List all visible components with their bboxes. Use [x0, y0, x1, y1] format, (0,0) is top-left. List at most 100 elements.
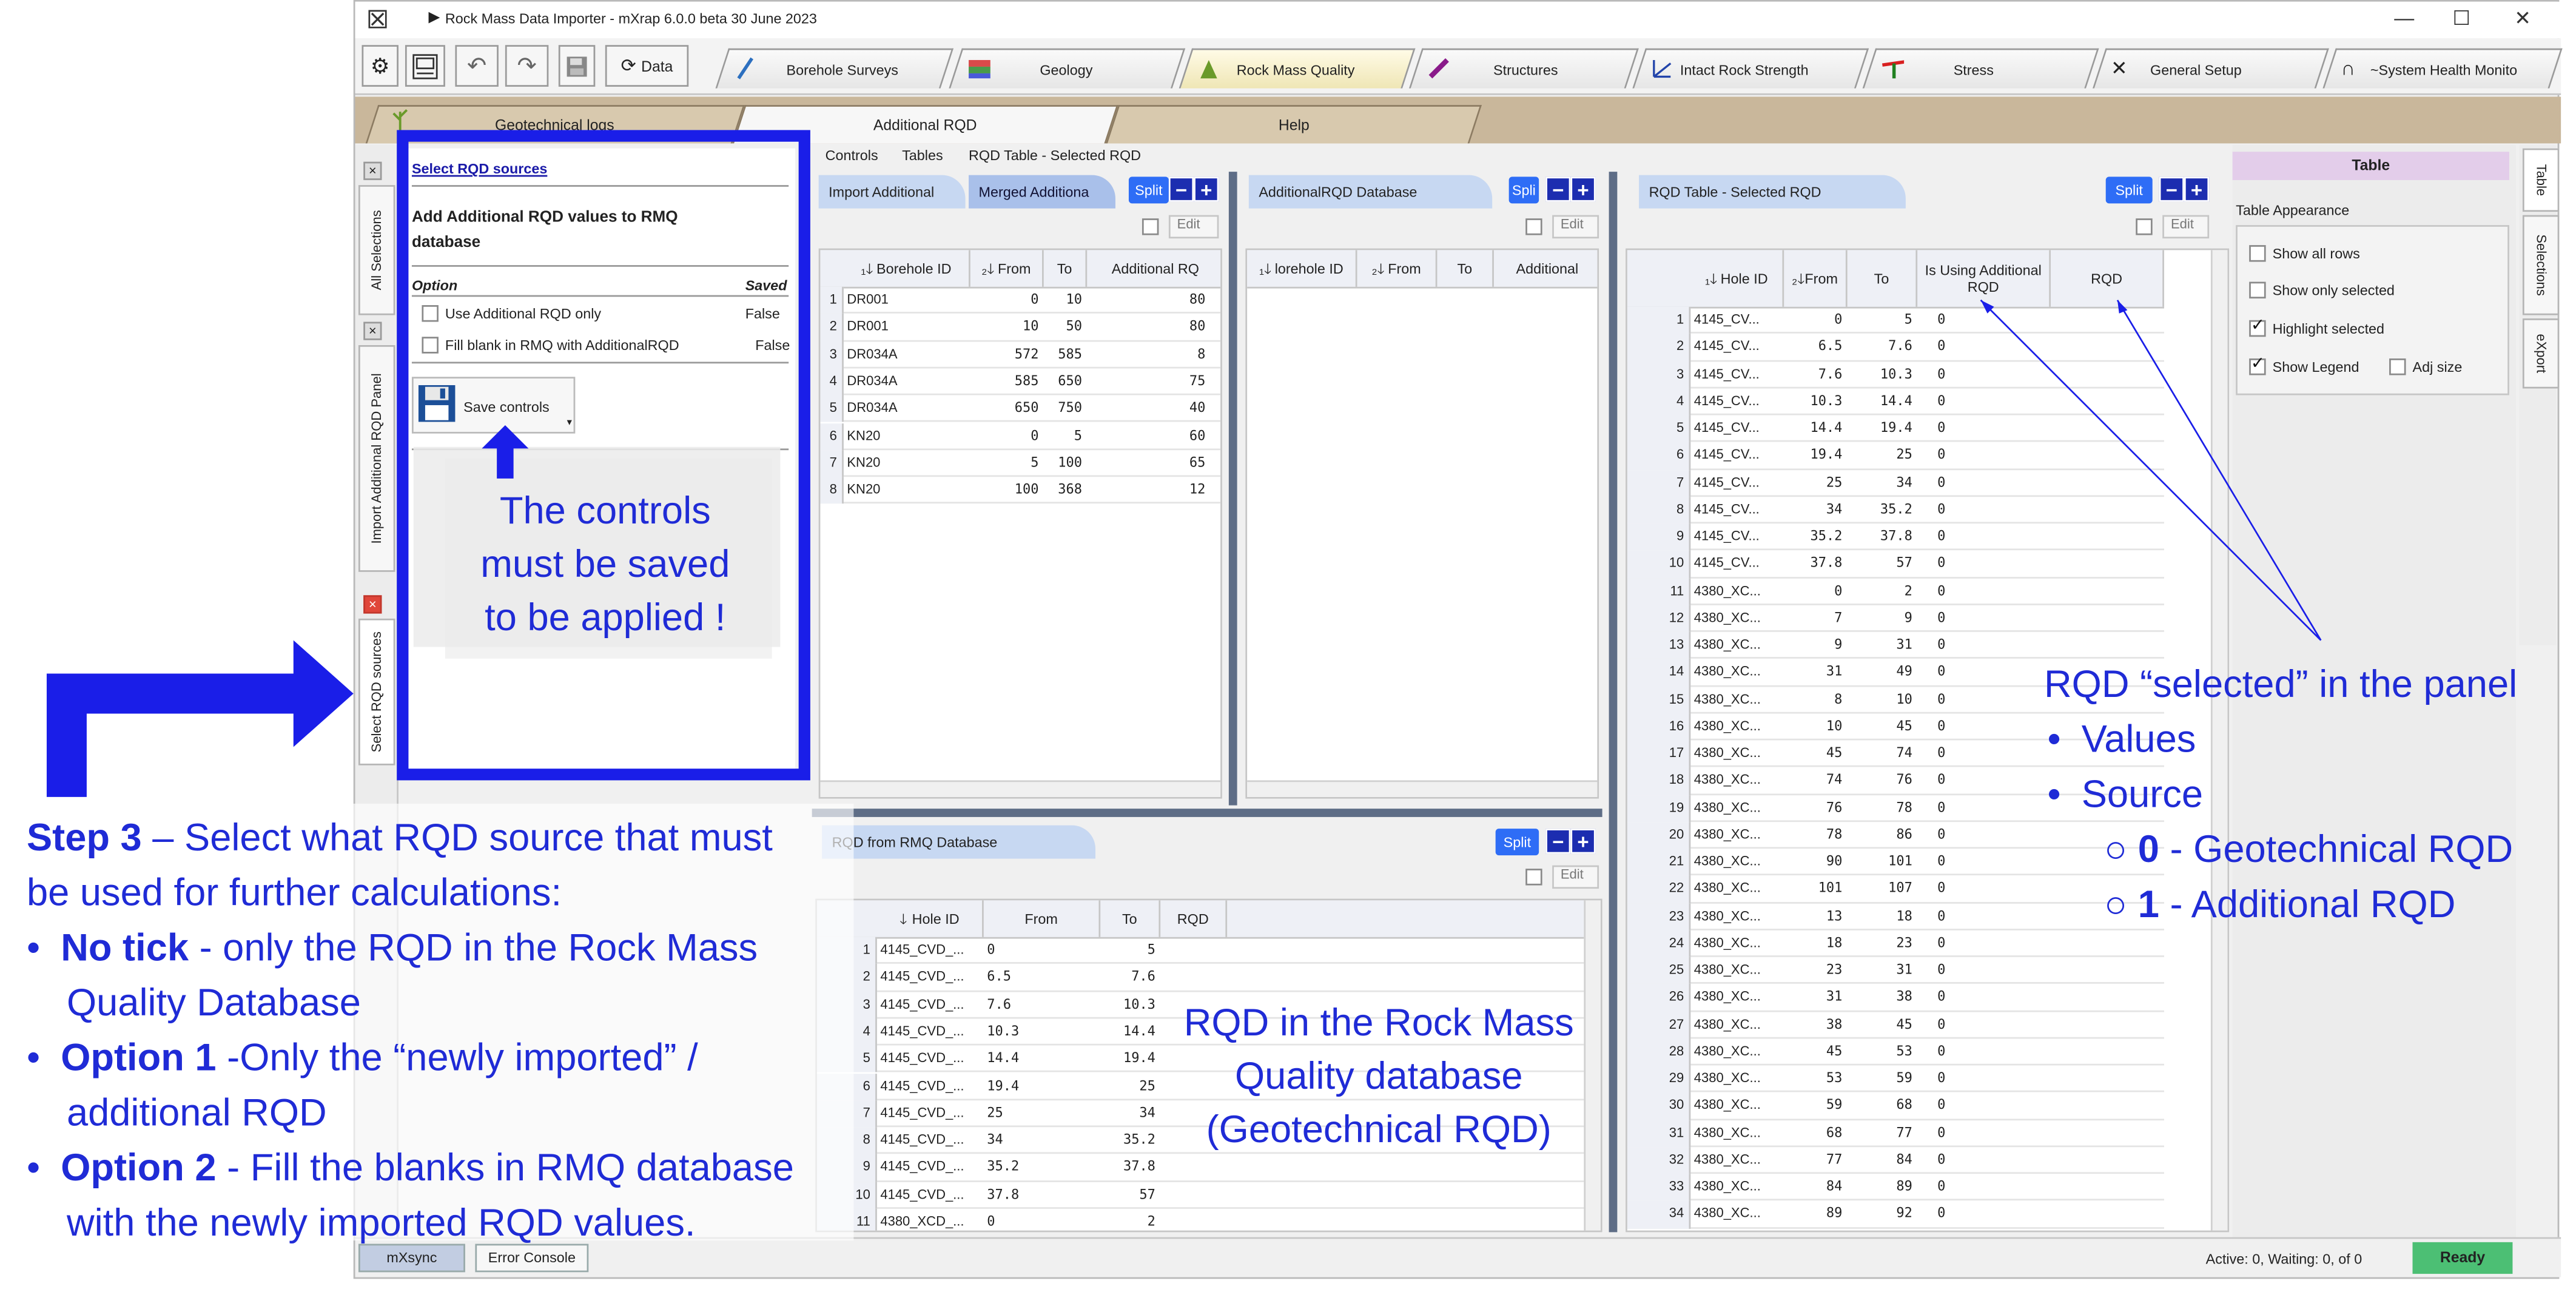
column-header[interactable]: Additional [1494, 250, 1597, 286]
sidetab-import-additional-rqd[interactable]: Import Additional RQD Panel [358, 345, 395, 572]
menu-controls[interactable]: Controls [826, 147, 878, 163]
table-row[interactable]: 28 4380_XC... 45 53 0 [1627, 1038, 2164, 1066]
table-row[interactable]: 2 4145_CVD_... 6.5 7.6 [816, 964, 1584, 992]
column-header[interactable]: From [984, 900, 1101, 937]
righttab-selections[interactable]: Selections [2522, 215, 2560, 315]
minimize-button[interactable]: — [2394, 7, 2414, 30]
tab-general-setup[interactable]: ✕ General Setup [2093, 48, 2329, 89]
split-button[interactable]: Spli [1508, 177, 1539, 204]
vertical-scrollbar[interactable] [1584, 900, 1601, 1231]
column-header[interactable]: ₁🡓 Borehole ID [844, 250, 970, 287]
edit-checkbox[interactable] [1525, 218, 1542, 235]
column-header[interactable]: RQD [1160, 900, 1228, 937]
column-header[interactable]: To [1848, 250, 1918, 307]
righttab-export[interactable]: eXport [2522, 318, 2560, 389]
tab-import-additional[interactable]: Import Additional [818, 175, 966, 209]
table-row[interactable]: 7 KN20 5 100 65 [820, 449, 1221, 477]
column-header[interactable]: ₁🡓 Hole ID [1690, 250, 1784, 307]
data-button[interactable]: ⟳ Data [605, 45, 689, 87]
close-tab-icon[interactable]: × [363, 595, 382, 614]
column-header[interactable]: 🡓 Hole ID [877, 900, 984, 937]
menu-rqd-table[interactable]: RQD Table - Selected RQD [969, 147, 1141, 163]
maximize-button[interactable]: ☐ [2452, 7, 2470, 30]
subtab-help[interactable]: Help [1106, 105, 1482, 144]
show-all-rows-checkbox[interactable] [2249, 245, 2266, 262]
column-header[interactable]: To [1100, 900, 1161, 937]
table-row[interactable]: 27 4380_XC... 38 45 0 [1627, 1011, 2164, 1038]
horizontal-scrollbar[interactable] [820, 780, 1221, 797]
minus-button[interactable]: − [1545, 829, 1571, 854]
save-button[interactable] [558, 45, 596, 87]
table-row[interactable]: 11 4380_XCD_... 0 2 [816, 1208, 1584, 1231]
tab-geology[interactable]: Geology [949, 48, 1186, 89]
column-header[interactable]: ₂🡓 From [1357, 250, 1438, 287]
close-button[interactable]: ✕ [2514, 7, 2531, 30]
edit-checkbox[interactable] [2136, 218, 2153, 235]
column-header[interactable]: To [1044, 250, 1088, 287]
redo-button[interactable]: ↷ [505, 45, 549, 87]
plus-button[interactable]: + [1570, 177, 1596, 202]
table-row[interactable]: 31 4380_XC... 68 77 0 [1627, 1119, 2164, 1147]
tab-borehole-surveys[interactable]: Borehole Surveys [715, 48, 954, 89]
edit-button[interactable]: Edit [2162, 215, 2210, 239]
tab-stress[interactable]: Stress [1862, 48, 2099, 89]
table-row[interactable]: 6 KN20 0 5 60 [820, 422, 1221, 450]
column-header[interactable]: ₂🡓 From [970, 250, 1044, 287]
edit-checkbox[interactable] [1525, 869, 1542, 886]
plus-button[interactable]: + [1194, 177, 1219, 202]
tab-rock-mass-quality[interactable]: Rock Mass Quality [1179, 48, 1416, 89]
table-row[interactable]: 29 4380_XC... 53 59 0 [1627, 1065, 2164, 1093]
menu-tables[interactable]: Tables [902, 147, 943, 163]
plus-button[interactable]: + [1570, 829, 1596, 854]
table-row[interactable]: 2 DR001 10 50 80 [820, 314, 1221, 342]
close-tab-icon[interactable]: × [363, 321, 382, 340]
layout-button[interactable] [405, 45, 445, 87]
minus-button[interactable]: − [1545, 177, 1571, 202]
table-row[interactable]: 3 DR034A 572 585 8 [820, 341, 1221, 369]
column-header[interactable]: ₁🡓 lorehole ID [1247, 250, 1357, 287]
undo-button[interactable]: ↶ [455, 45, 499, 87]
minus-button[interactable]: − [1168, 177, 1194, 202]
tab-system-health[interactable]: ∩ ~System Health Monito [2322, 48, 2563, 89]
table-row[interactable]: 26 4380_XC... 31 38 0 [1627, 984, 2164, 1012]
righttab-table[interactable]: Table [2522, 148, 2560, 212]
table-row[interactable]: 5 DR034A 650 750 40 [820, 395, 1221, 423]
edit-button[interactable]: Edit [1168, 215, 1219, 239]
split-button[interactable]: Split [1128, 177, 1169, 204]
table-row[interactable]: 8 KN20 100 368 12 [820, 477, 1221, 505]
sidetab-select-rqd-sources[interactable]: Select RQD sources [358, 618, 395, 765]
column-header[interactable]: Additional RQ [1087, 250, 1220, 286]
table-row[interactable]: 34 4380_XC... 89 92 0 [1627, 1200, 2164, 1228]
sidetab-all-selections[interactable]: All Selections [358, 185, 395, 315]
table-row[interactable]: 4 DR034A 585 650 75 [820, 368, 1221, 395]
splitter[interactable] [1228, 172, 1237, 806]
splitter[interactable] [812, 809, 1602, 817]
tab-intact-rock-strength[interactable]: Intact Rock Strength [1632, 48, 1869, 89]
table-row[interactable]: 24 4380_XC... 18 23 0 [1627, 930, 2164, 957]
split-button[interactable]: Split [1495, 829, 1539, 856]
minus-button[interactable]: − [2159, 177, 2184, 202]
column-header[interactable]: To [1437, 250, 1494, 287]
table-row[interactable]: 1 DR001 0 10 80 [820, 286, 1221, 314]
tab-merged-additional[interactable]: Merged Additiona [969, 175, 1115, 209]
table-row[interactable]: 25 4380_XC... 23 31 0 [1627, 957, 2164, 984]
table-row[interactable]: 33 4380_XC... 84 89 0 [1627, 1174, 2164, 1201]
table-row[interactable]: 10 4145_CVD_... 37.8 57 [816, 1182, 1584, 1209]
plus-button[interactable]: + [2184, 177, 2210, 202]
edit-checkbox[interactable] [1142, 218, 1159, 235]
table-cell: 75 [1189, 373, 1206, 389]
table-row[interactable]: 1 4145_CVD_... 0 5 [816, 937, 1584, 964]
edit-button[interactable]: Edit [1552, 215, 1599, 239]
horizontal-scrollbar[interactable] [1247, 780, 1598, 797]
split-button[interactable]: Split [2105, 177, 2153, 204]
adj-size-checkbox[interactable] [2389, 358, 2406, 375]
settings-button[interactable]: ⚙ [362, 45, 399, 87]
edit-button[interactable]: Edit [1552, 865, 1599, 889]
table-row[interactable]: 32 4380_XC... 77 84 0 [1627, 1146, 2164, 1174]
column-header[interactable]: ₂🡓 From [1784, 250, 1848, 307]
table-row[interactable]: 9 4145_CVD_... 35.2 37.8 [816, 1154, 1584, 1182]
splitter[interactable] [1609, 172, 1618, 1233]
table-row[interactable]: 30 4380_XC... 59 68 0 [1627, 1092, 2164, 1120]
close-tab-icon[interactable]: × [363, 161, 382, 180]
tab-structures[interactable]: Structures [1409, 48, 1639, 89]
